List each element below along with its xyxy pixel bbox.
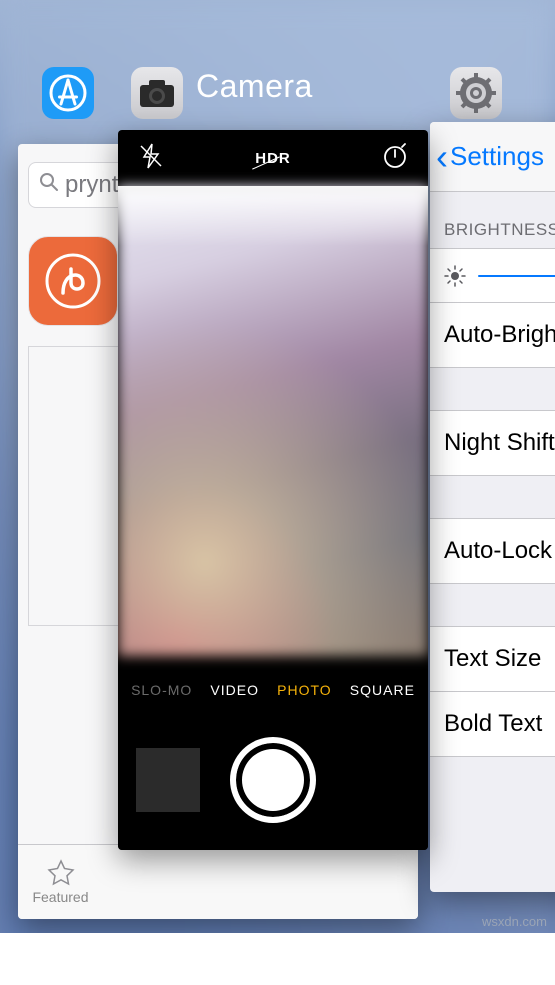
settings-app-icon[interactable] <box>450 67 502 119</box>
row-text-size[interactable]: Text Size <box>430 626 555 692</box>
sun-low-icon <box>444 265 466 287</box>
star-icon <box>47 859 75 887</box>
row-auto-brightness[interactable]: Auto-Brightness <box>430 303 555 368</box>
appstore-tabbar: Featured <box>18 844 418 919</box>
hdr-off-icon[interactable]: HDR <box>255 150 291 167</box>
bottom-strip <box>0 933 555 985</box>
camera-app-icon[interactable] <box>131 67 183 119</box>
row-bold-text[interactable]: Bold Text <box>430 692 555 757</box>
mode-slomo[interactable]: SLO-MO <box>131 682 192 698</box>
focused-app-title: Camera <box>196 68 313 105</box>
camera-viewfinder[interactable] <box>118 186 428 656</box>
shutter-button[interactable] <box>230 737 316 823</box>
settings-navbar: ‹ Settings <box>430 122 555 192</box>
chevron-left-icon: ‹ <box>436 139 448 175</box>
brightness-slider-row[interactable] <box>430 248 555 303</box>
mode-video[interactable]: VIDEO <box>210 682 259 698</box>
mode-photo[interactable]: PHOTO <box>277 682 332 698</box>
back-button[interactable]: ‹ Settings <box>436 139 544 175</box>
camera-mode-strip[interactable]: SLO-MO VIDEO PHOTO SQUARE <box>118 670 428 710</box>
brightness-slider[interactable] <box>478 275 555 277</box>
card-camera[interactable]: HDR SLO-MO VIDEO PHOTO SQUARE <box>118 130 428 850</box>
timer-icon[interactable] <box>380 141 410 176</box>
section-header-brightness: BRIGHTNESS <box>430 192 555 248</box>
back-label: Settings <box>450 141 544 172</box>
tab-featured[interactable]: Featured <box>18 845 103 919</box>
row-auto-lock[interactable]: Auto-Lock <box>430 518 555 584</box>
watermark: wsxdn.com <box>482 914 547 929</box>
search-value: prynt <box>65 171 118 199</box>
last-photo-thumbnail[interactable] <box>136 748 200 812</box>
card-settings[interactable]: ‹ Settings BRIGHTNESS Auto-Brightness Ni… <box>430 122 555 892</box>
camera-topbar: HDR <box>118 130 428 186</box>
row-night-shift[interactable]: Night Shift <box>430 410 555 476</box>
search-icon <box>39 172 59 198</box>
mode-square[interactable]: SQUARE <box>350 682 415 698</box>
appstore-app-icon[interactable] <box>42 67 94 119</box>
camera-bottom-bar <box>118 710 428 850</box>
flash-off-icon[interactable] <box>136 141 166 176</box>
tab-label: Featured <box>32 889 88 905</box>
result-app-icon[interactable] <box>28 236 118 326</box>
